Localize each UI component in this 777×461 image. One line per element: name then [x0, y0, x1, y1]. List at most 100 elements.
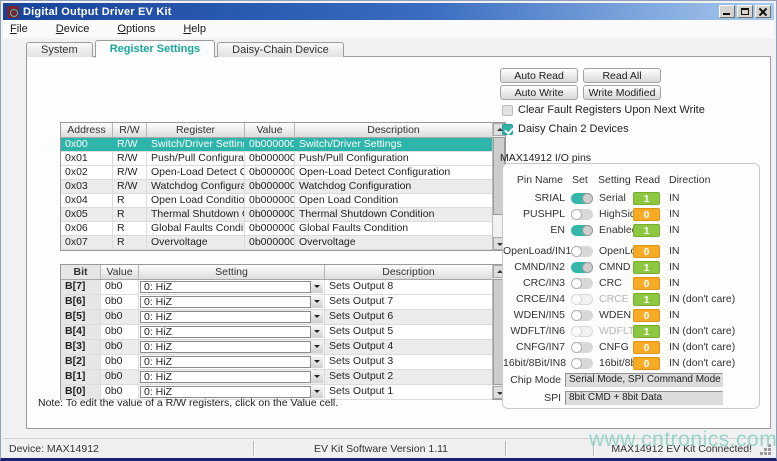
dropdown-arrow-icon[interactable] [310, 311, 323, 323]
bit-row[interactable]: B[1] 0b0 0: HiZ Sets Output 2 [61, 370, 492, 385]
pin-toggle[interactable] [571, 193, 593, 204]
description-cell: Overvoltage [295, 236, 492, 249]
io-pin-row: SRIAL Serial 1 IN [503, 190, 759, 206]
pin-toggle[interactable] [571, 225, 593, 236]
pin-toggle[interactable] [571, 209, 593, 220]
description-cell: Open-Load Detect Configuration [295, 166, 492, 179]
value-cell[interactable]: 0b00000000 [245, 208, 295, 221]
app-window: Digital Output Driver EV Kit File Device… [0, 0, 777, 461]
daisy-chain-checkbox[interactable] [502, 124, 513, 135]
rw-cell: R [113, 208, 147, 221]
minimize-button[interactable] [719, 5, 735, 18]
dropdown-arrow-icon[interactable] [310, 281, 323, 293]
maximize-button[interactable] [737, 5, 753, 18]
title-bar[interactable]: Digital Output Driver EV Kit [3, 3, 774, 20]
pin-name: CRC/IN3 [503, 277, 565, 289]
setting-cell: 0: HiZ [139, 310, 325, 324]
value-cell[interactable]: 0b00000000 [245, 152, 295, 165]
close-button[interactable] [755, 5, 771, 18]
bit-row[interactable]: B[7] 0b0 0: HiZ Sets Output 8 [61, 280, 492, 295]
pin-toggle[interactable] [571, 262, 593, 273]
value-cell[interactable]: 0b00000000 [245, 236, 295, 249]
bit-table-header: Bit Value Setting Description [61, 265, 492, 280]
register-row[interactable]: 0x01 R/W Push/Pull Configuration 0b00000… [61, 152, 492, 166]
value-cell[interactable]: 0b00000000 [245, 138, 295, 151]
pin-toggle[interactable] [571, 278, 593, 289]
setting-cell: 0: HiZ [139, 370, 325, 384]
window-controls [719, 5, 771, 18]
menu-help[interactable]: Help [176, 21, 213, 37]
close-icon [756, 6, 770, 17]
dropdown-arrow-icon[interactable] [310, 326, 323, 338]
register-row[interactable]: 0x05 R Thermal Shutdown Con... 0b0000000… [61, 208, 492, 222]
auto-read-button[interactable]: Auto Read [500, 68, 578, 83]
register-cell: Push/Pull Configuration [147, 152, 245, 165]
pin-name: OpenLoad/IN1 [503, 245, 565, 257]
address-cell: 0x07 [61, 236, 113, 249]
bit-cell: B[3] [61, 340, 101, 354]
menu-file[interactable]: File [3, 21, 35, 37]
register-row[interactable]: 0x06 R Global Faults Condition 0b0000000… [61, 222, 492, 236]
setting-dropdown[interactable]: 0: HiZ [140, 341, 323, 353]
bit-row[interactable]: B[3] 0b0 0: HiZ Sets Output 4 [61, 340, 492, 355]
setting-dropdown[interactable]: 0: HiZ [140, 281, 323, 293]
register-row[interactable]: 0x02 R/W Open-Load Detect Confi... 0b000… [61, 166, 492, 180]
register-row[interactable]: 0x03 R/W Watchdog Configuration 0b000000… [61, 180, 492, 194]
menu-device[interactable]: Device [49, 21, 97, 37]
pin-toggle[interactable] [571, 310, 593, 321]
tab-register-settings[interactable]: Register Settings [95, 40, 215, 58]
auto-write-button[interactable]: Auto Write [500, 85, 578, 100]
toggle-knob-icon [571, 358, 582, 369]
setting-dropdown[interactable]: 0: HiZ [140, 296, 323, 308]
pin-toggle[interactable] [571, 358, 593, 369]
setting-dropdown[interactable]: 0: HiZ [140, 311, 323, 323]
register-row[interactable]: 0x07 R Overvoltage 0b00000000 Overvoltag… [61, 236, 492, 250]
dropdown-arrow-icon[interactable] [310, 296, 323, 308]
bit-row[interactable]: B[6] 0b0 0: HiZ Sets Output 7 [61, 295, 492, 310]
pin-toggle[interactable] [571, 342, 593, 353]
write-modified-button[interactable]: Write Modified [583, 85, 661, 100]
tab-system[interactable]: System [26, 42, 93, 57]
register-cell: Open Load Condition [147, 194, 245, 207]
pin-direction: IN [669, 277, 680, 289]
bit-row[interactable]: B[2] 0b0 0: HiZ Sets Output 3 [61, 355, 492, 370]
value-cell[interactable]: 0b00000000 [245, 194, 295, 207]
status-divider [253, 441, 254, 456]
value-cell[interactable]: 0b00000000 [245, 180, 295, 193]
toggle-knob-icon [571, 342, 582, 353]
register-row[interactable]: 0x00 R/W Switch/Driver Settings 0b000000… [61, 138, 492, 152]
pin-read-badge: 0 [633, 357, 660, 370]
menu-options[interactable]: Options [110, 21, 162, 37]
pin-read-badge: 0 [633, 208, 660, 221]
bit-value-cell: 0b0 [101, 370, 139, 384]
read-all-button[interactable]: Read All [583, 68, 661, 83]
chip-mode-label: Chip Mode [503, 374, 561, 386]
setting-dropdown[interactable]: 0: HiZ [140, 356, 323, 368]
setting-dropdown[interactable]: 0: HiZ [140, 371, 323, 383]
pin-toggle[interactable] [571, 246, 593, 257]
pin-name: WDFLT/IN6 [503, 325, 565, 337]
dropdown-arrow-icon[interactable] [310, 371, 323, 383]
dropdown-arrow-icon[interactable] [310, 341, 323, 353]
pin-toggle[interactable] [571, 326, 593, 337]
resize-grip[interactable] [768, 452, 771, 455]
io-pin-rows: SRIAL Serial 1 IN PUSHPL HighSide 0 IN [503, 190, 759, 371]
value-cell[interactable]: 0b00000000 [245, 166, 295, 179]
address-cell: 0x01 [61, 152, 113, 165]
tab-daisy-chain-device[interactable]: Daisy-Chain Device [217, 42, 344, 57]
bit-cell: B[7] [61, 280, 101, 294]
register-row[interactable]: 0x04 R Open Load Condition 0b00000000 Op… [61, 194, 492, 208]
bit-row[interactable]: B[4] 0b0 0: HiZ Sets Output 5 [61, 325, 492, 340]
io-pin-row: CRC/IN3 CRC 0 IN [503, 275, 759, 291]
bit-cell: B[1] [61, 370, 101, 384]
toggle-knob-icon [582, 262, 593, 273]
toggle-knob-icon [571, 326, 582, 337]
maximize-icon [741, 8, 749, 15]
bit-row[interactable]: B[5] 0b0 0: HiZ Sets Output 6 [61, 310, 492, 325]
dropdown-arrow-icon[interactable] [310, 356, 323, 368]
pin-toggle[interactable] [571, 294, 593, 305]
clear-fault-checkbox[interactable] [502, 105, 513, 116]
setting-dropdown[interactable]: 0: HiZ [140, 326, 323, 338]
minimize-icon [723, 13, 730, 15]
value-cell[interactable]: 0b00000000 [245, 222, 295, 235]
